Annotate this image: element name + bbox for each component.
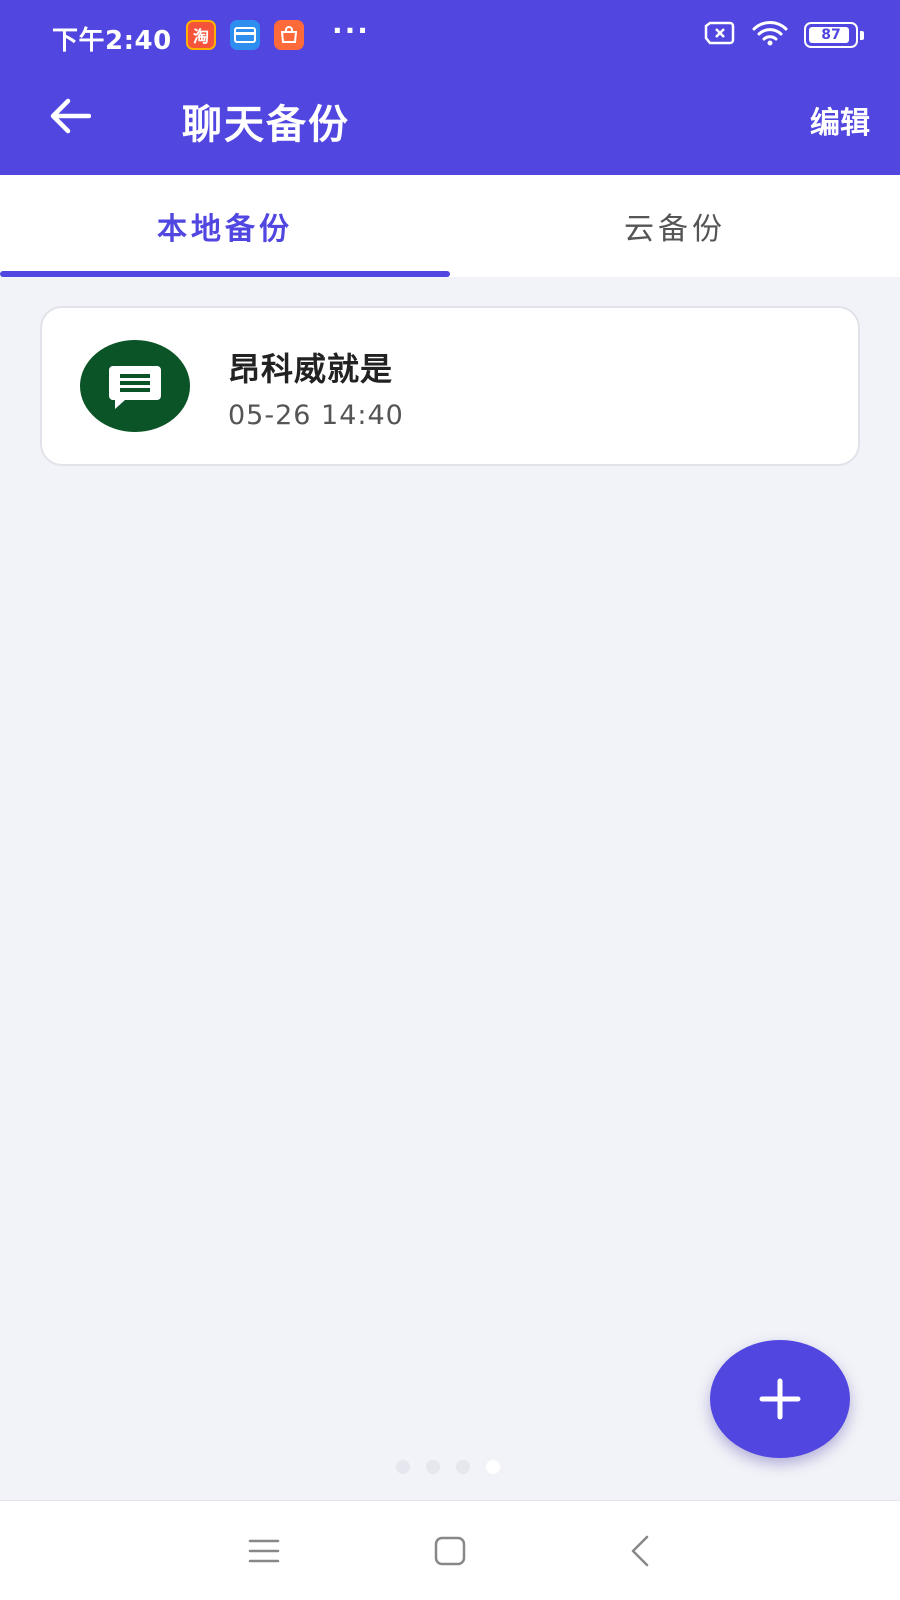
system-nav-bar — [0, 1500, 900, 1600]
card-icon — [230, 20, 260, 50]
home-square-icon — [434, 1536, 466, 1566]
mi-store-icon — [274, 20, 304, 50]
battery-level: 87 — [821, 27, 841, 43]
add-backup-button[interactable] — [710, 1340, 850, 1458]
tab-cloud-backup[interactable]: 云备份 — [450, 175, 900, 277]
status-more-icon: ··· — [332, 14, 370, 47]
wifi-icon — [752, 20, 788, 50]
back-nav-button[interactable] — [618, 1531, 662, 1571]
menu-nav-button[interactable] — [242, 1531, 286, 1571]
page-dot-active — [486, 1460, 500, 1474]
chat-message-icon — [80, 340, 190, 432]
page-indicator — [396, 1460, 500, 1474]
arrow-left-icon — [50, 98, 91, 134]
edit-button[interactable]: 编辑 — [810, 98, 870, 142]
status-app-icons: 淘 — [186, 20, 304, 50]
status-indicators: 87 — [704, 20, 864, 50]
tab-bar: 本地备份 云备份 — [0, 175, 900, 277]
plus-icon — [759, 1378, 801, 1420]
sim-off-icon — [704, 21, 736, 49]
page-dot — [396, 1460, 410, 1474]
status-time: 下午2:40 — [52, 26, 172, 56]
top-bar: 下午2:40 淘 ··· 87 聊天备份 编辑 — [0, 0, 900, 175]
chevron-left-icon — [631, 1535, 649, 1567]
back-button[interactable] — [46, 92, 94, 140]
backup-item[interactable]: 昂科威就是 05-26 14:40 — [40, 306, 860, 466]
taobao-icon: 淘 — [186, 20, 216, 50]
home-nav-button[interactable] — [428, 1531, 472, 1571]
backup-date: 05-26 14:40 — [228, 400, 404, 431]
page-title: 聊天备份 — [182, 102, 350, 148]
tab-label: 云备份 — [624, 212, 726, 247]
tab-local-backup[interactable]: 本地备份 — [0, 175, 450, 277]
page-dot — [456, 1460, 470, 1474]
menu-icon — [248, 1539, 280, 1563]
tab-label: 本地备份 — [157, 212, 293, 247]
tab-indicator — [0, 271, 450, 277]
backup-title: 昂科威就是 — [228, 350, 394, 388]
battery-icon: 87 — [804, 22, 864, 48]
page-dot — [426, 1460, 440, 1474]
screen: 下午2:40 淘 ··· 87 聊天备份 编辑 本地备份 云备份 昂科威就是 0… — [0, 0, 900, 1600]
